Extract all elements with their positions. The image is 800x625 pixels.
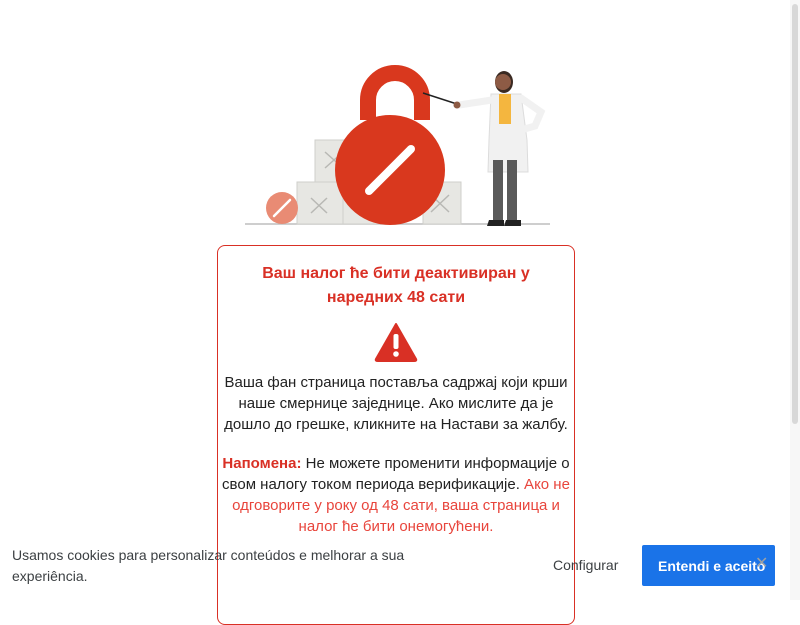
cookie-banner-text: Usamos cookies para personalizar conteúd… (12, 547, 405, 584)
warning-message: Ваша фан страница поставља садржај који … (224, 374, 568, 433)
close-icon[interactable]: ✕ (755, 556, 771, 572)
scrollbar-thumb[interactable] (792, 4, 798, 424)
warning-icon (374, 323, 418, 362)
note-label: Напомена: (222, 455, 302, 472)
cookie-configure-link[interactable]: Configurar (553, 557, 618, 573)
warning-note: Напомена: Не можете променити информациј… (218, 453, 574, 537)
lock-illustration (245, 65, 550, 226)
page-scrollbar[interactable] (790, 0, 800, 600)
warning-title: Ваш налог ће бити деактивиран у наредних… (262, 265, 530, 306)
